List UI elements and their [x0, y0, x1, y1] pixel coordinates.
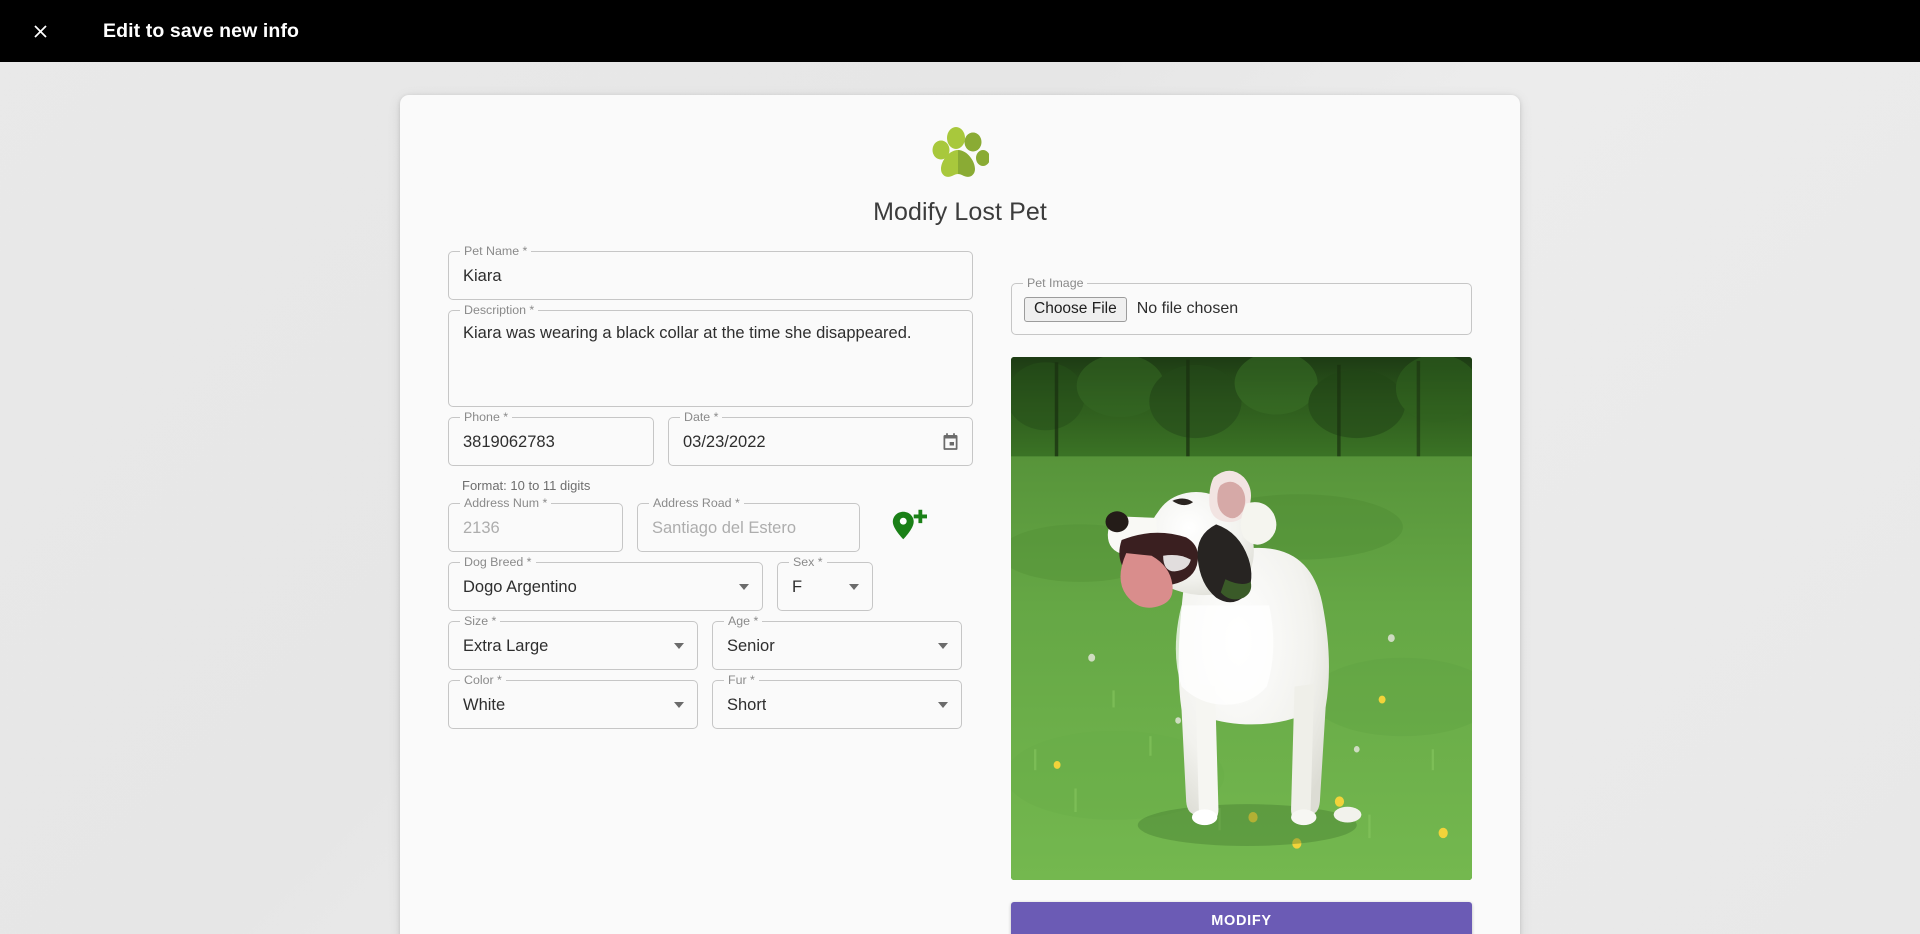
age-select[interactable]: Age * Senior [712, 621, 962, 670]
pet-name-value: Kiara [463, 266, 502, 286]
chevron-down-icon [849, 584, 859, 590]
color-value: White [463, 695, 505, 715]
address-num-label: Address Num * [460, 496, 551, 510]
file-status-text: No file chosen [1137, 300, 1238, 318]
dog-breed-select[interactable]: Dog Breed * Dogo Argentino [448, 562, 763, 611]
age-label: Age * [724, 614, 762, 628]
color-select[interactable]: Color * White [448, 680, 698, 729]
sex-select[interactable]: Sex * F [777, 562, 873, 611]
fur-value: Short [727, 695, 766, 715]
choose-file-button[interactable]: Choose File [1024, 297, 1127, 322]
description-value: Kiara was wearing a black collar at the … [463, 323, 912, 343]
date-field[interactable]: Date * 03/23/2022 [668, 417, 973, 466]
page-body: Modify Lost Pet Pet Name * Kiara Descrip… [0, 62, 1920, 934]
card-heading: Modify Lost Pet [426, 198, 1494, 227]
dog-breed-label: Dog Breed * [460, 555, 536, 569]
close-button[interactable] [20, 11, 60, 51]
logo-wrap [426, 125, 1494, 186]
sex-value: F [792, 577, 802, 597]
address-num-field[interactable]: Address Num * 2136 [448, 503, 623, 552]
color-label: Color * [460, 673, 506, 687]
sex-label: Sex * [789, 555, 827, 569]
pet-name-label: Pet Name * [460, 244, 531, 258]
dog-breed-value: Dogo Argentino [463, 577, 577, 597]
chevron-down-icon [938, 702, 948, 708]
pet-image-label: Pet Image [1023, 276, 1087, 290]
address-num-value: 2136 [463, 518, 500, 538]
form-left-column: Pet Name * Kiara Description * Kiara was… [448, 251, 973, 934]
phone-date-row: Phone * 3819062783 Date * 03/23/2022 [448, 417, 973, 476]
chevron-down-icon [674, 643, 684, 649]
date-label: Date * [680, 410, 722, 424]
age-value: Senior [727, 636, 775, 656]
chevron-down-icon [674, 702, 684, 708]
pet-name-field[interactable]: Pet Name * Kiara [448, 251, 973, 300]
size-label: Size * [460, 614, 500, 628]
address-road-label: Address Road * [649, 496, 744, 510]
fur-label: Fur * [724, 673, 759, 687]
page-title: Edit to save new info [103, 20, 299, 43]
address-road-field[interactable]: Address Road * Santiago del Estero [637, 503, 860, 552]
date-value: 03/23/2022 [683, 432, 766, 452]
color-fur-row: Color * White Fur * Short [448, 680, 973, 739]
calendar-icon[interactable] [940, 431, 961, 452]
app-header: Edit to save new info [0, 0, 1920, 62]
description-field[interactable]: Description * Kiara was wearing a black … [448, 310, 973, 407]
description-label: Description * [460, 303, 538, 317]
form-right-column: Pet Image Choose File No file chosen [1011, 251, 1472, 934]
paw-logo-icon [931, 125, 989, 186]
phone-value: 3819062783 [463, 432, 555, 452]
add-location-icon [889, 506, 927, 549]
pet-photo-image [1011, 357, 1472, 880]
modify-button[interactable]: MODIFY [1011, 902, 1472, 934]
address-row: Address Num * 2136 Address Road * Santia… [448, 503, 973, 562]
breed-sex-row: Dog Breed * Dogo Argentino Sex * F [448, 562, 973, 621]
address-road-value: Santiago del Estero [652, 518, 796, 538]
chevron-down-icon [739, 584, 749, 590]
size-value: Extra Large [463, 636, 548, 656]
size-select[interactable]: Size * Extra Large [448, 621, 698, 670]
phone-field[interactable]: Phone * 3819062783 [448, 417, 654, 466]
size-age-row: Size * Extra Large Age * Senior [448, 621, 973, 680]
add-location-button[interactable] [880, 503, 936, 552]
form-columns: Pet Name * Kiara Description * Kiara was… [426, 251, 1494, 934]
modify-lost-pet-card: Modify Lost Pet Pet Name * Kiara Descrip… [400, 95, 1520, 934]
pet-photo [1011, 357, 1472, 880]
phone-hint: Format: 10 to 11 digits [462, 478, 973, 493]
pet-image-field[interactable]: Pet Image Choose File No file chosen [1011, 283, 1472, 335]
fur-select[interactable]: Fur * Short [712, 680, 962, 729]
close-icon [30, 21, 51, 42]
chevron-down-icon [938, 643, 948, 649]
phone-label: Phone * [460, 410, 512, 424]
